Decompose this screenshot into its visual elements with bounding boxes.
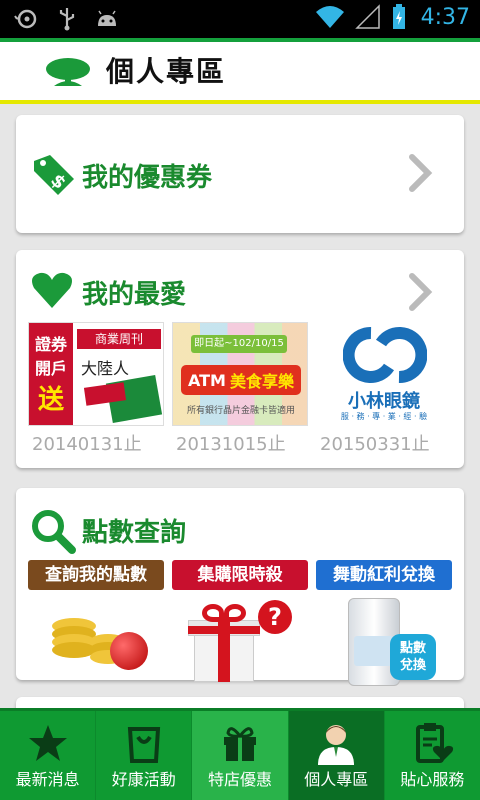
thumb-text: 小林眼鏡 xyxy=(348,391,420,412)
dehumidifier-icon: 點數 兌換 xyxy=(316,590,452,690)
app-header: 個人專區 xyxy=(0,38,480,104)
thumb-text: 服 · 務 · 專 · 業 · 經 · 驗 xyxy=(340,412,428,421)
badge-text: 兌換 xyxy=(399,658,426,673)
heart-icon xyxy=(32,272,72,308)
favorite-thumbnail: 即日起~102/10/15 ATM 美食享樂 所有銀行晶片金融卡皆適用 xyxy=(172,322,308,426)
favorite-expiry: 20131015止 xyxy=(176,434,286,455)
thumb-text: 開戶 xyxy=(34,359,67,378)
nav-item-store-deals[interactable]: 特店優惠 xyxy=(192,711,289,800)
nav-item-services[interactable]: 貼心服務 xyxy=(385,711,480,800)
wifi-icon xyxy=(315,6,344,28)
bonus-redeem-tile[interactable]: 舞動紅利兌換 點數 兌換 xyxy=(316,560,452,690)
clock: 4:37 xyxy=(420,4,470,30)
favorite-item[interactable]: 即日起~102/10/15 ATM 美食享樂 所有銀行晶片金融卡皆適用 2013… xyxy=(172,322,308,456)
thumb-text: ATM xyxy=(188,370,226,390)
gold-coins-icon xyxy=(28,590,164,690)
tile-label: 集購限時殺 xyxy=(172,560,308,590)
favorites-title: 我的最愛 xyxy=(82,280,187,310)
battery-icon xyxy=(392,4,405,29)
nav-item-news[interactable]: 最新消息 xyxy=(0,711,97,800)
gift-icon xyxy=(224,727,256,761)
tree-logo-icon xyxy=(46,58,90,86)
user-icon xyxy=(318,725,355,765)
clipboard-heart-icon xyxy=(416,723,454,763)
favorite-item[interactable]: 小林眼鏡 服 · 務 · 專 · 業 · 經 · 驗 20150331止 xyxy=(316,322,452,456)
favorite-item[interactable]: 證券 開戶 送 商業周刊 大陸人 20140131止 xyxy=(28,322,164,456)
chevron-right-icon xyxy=(409,154,433,192)
gift-box-icon: ? xyxy=(172,590,308,690)
usb-icon xyxy=(59,8,75,31)
signal-icon xyxy=(354,4,380,29)
group-buy-tile[interactable]: 集購限時殺 ? xyxy=(172,560,308,690)
chevron-right-icon[interactable] xyxy=(408,272,434,312)
bottom-nav: 最新消息 好康活動 特店優惠 個人專區 貼心服務 xyxy=(0,708,480,800)
favorites-card: 我的最愛 證券 開戶 送 商業周刊 大陸人 20140131止 即日起~102/… xyxy=(16,250,464,468)
coupon-title: 我的優惠券 xyxy=(82,163,213,193)
thumb-text: 所有銀行晶片金融卡皆適用 xyxy=(186,406,295,416)
thumb-text: 送 xyxy=(37,385,64,415)
favorite-expiry: 20140131止 xyxy=(32,434,142,455)
thumb-text: 即日起~102/10/15 xyxy=(191,335,287,353)
sync-icon xyxy=(14,9,37,29)
badge-text: 點數 xyxy=(399,641,426,656)
favorite-expiry: 20150331止 xyxy=(320,434,430,455)
check-points-tile[interactable]: 查詢我的點數 xyxy=(28,560,164,690)
star-icon xyxy=(28,725,67,761)
thumb-text: 大陸人 xyxy=(81,359,130,378)
thumb-text: 商業周刊 xyxy=(77,329,161,349)
status-bar: 4:37 xyxy=(0,0,480,38)
nav-label: 好康活動 xyxy=(111,770,176,789)
tile-label: 舞動紅利兌換 xyxy=(316,560,452,590)
nav-item-personal[interactable]: 個人專區 xyxy=(288,711,385,800)
nav-label: 貼心服務 xyxy=(400,770,465,789)
coupon-tag-icon: $ xyxy=(34,155,74,195)
tile-label: 查詢我的點數 xyxy=(28,560,164,590)
nav-label: 最新消息 xyxy=(15,770,80,789)
page-title: 個人專區 xyxy=(106,55,227,88)
favorite-thumbnail: 證券 開戶 送 商業周刊 大陸人 xyxy=(28,322,164,426)
points-card: 點數查詢 查詢我的點數 集購限時殺 ? 舞動紅利兌換 點數 兌換 xyxy=(16,488,464,686)
search-icon xyxy=(32,510,76,554)
nav-label: 個人專區 xyxy=(304,770,369,789)
shopping-bag-icon xyxy=(127,727,160,763)
nav-label: 特店優惠 xyxy=(208,770,273,789)
android-icon xyxy=(98,10,116,26)
favorite-thumbnail: 小林眼鏡 服 · 務 · 專 · 業 · 經 · 驗 xyxy=(316,322,452,426)
points-title: 點數查詢 xyxy=(82,518,187,548)
coupon-card[interactable]: $ 我的優惠券 xyxy=(16,115,464,233)
glasses-logo-icon xyxy=(343,327,427,383)
thumb-text: 證券 xyxy=(34,335,67,354)
thumb-text: 美食享樂 xyxy=(229,372,294,391)
nav-item-promotions[interactable]: 好康活動 xyxy=(96,711,193,800)
